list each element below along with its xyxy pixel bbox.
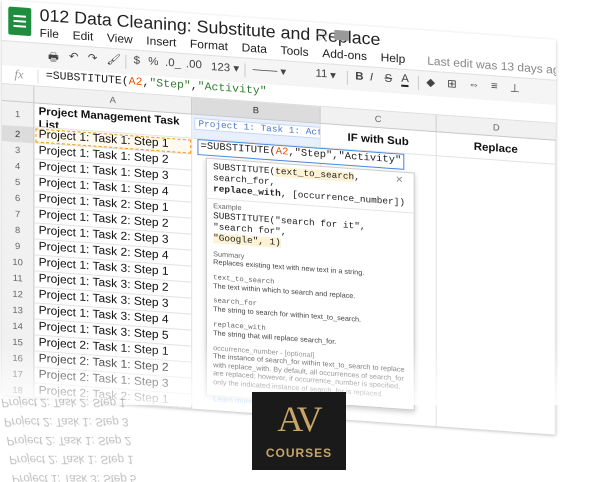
- fx-icon: fx: [14, 66, 24, 82]
- menu-tools[interactable]: Tools: [281, 45, 309, 59]
- stage: 012 Data Cleaning: Substitute and Replac…: [0, 0, 600, 482]
- column-d-body[interactable]: [436, 156, 556, 435]
- menu-addons[interactable]: Add-ons: [322, 48, 367, 63]
- reflection-row: Project 2: Task 1: Step 1: [8, 453, 135, 465]
- undo-icon[interactable]: ↶: [69, 50, 79, 64]
- redo-icon[interactable]: ↷: [88, 51, 98, 65]
- text-color-button[interactable]: A: [401, 73, 409, 88]
- reflection-row: Project 2: Task 1: Step 2: [5, 434, 132, 446]
- logo-monogram: AV: [277, 399, 322, 439]
- chevron-down-icon[interactable]: ▾: [330, 69, 336, 82]
- menu-data[interactable]: Data: [242, 42, 267, 56]
- av-courses-logo: AV COURSES: [252, 392, 346, 470]
- percent-button[interactable]: %: [148, 56, 158, 69]
- horizontal-align-icon[interactable]: ≡: [491, 80, 498, 92]
- close-icon[interactable]: ✕: [395, 174, 403, 185]
- reflection-row: Project 2: Task 2: Step 1: [0, 396, 127, 408]
- menu-file[interactable]: File: [40, 28, 59, 41]
- folder-icon[interactable]: [334, 29, 349, 41]
- fill-color-icon[interactable]: ◆: [426, 75, 435, 89]
- number-format-button[interactable]: 123 ▾: [211, 60, 239, 75]
- sheets-logo-icon[interactable]: [8, 6, 32, 37]
- increase-decimal-button[interactable]: .00: [186, 58, 202, 71]
- spreadsheet-window: 012 Data Cleaning: Substitute and Replac…: [2, 0, 556, 435]
- reflection-row: Project 2: Task 1: Step 3: [2, 415, 130, 427]
- italic-button[interactable]: I: [370, 71, 373, 83]
- row-header-1[interactable]: 1: [2, 101, 35, 129]
- print-icon[interactable]: 🖶: [48, 48, 59, 68]
- function-signature: SUBSTITUTE(text_to_search, search_for, re…: [213, 162, 405, 208]
- function-help-popup: ✕ SUBSTITUTE(text_to_search, search_for,…: [205, 157, 415, 411]
- star-icon[interactable]: ☆: [316, 27, 330, 46]
- paint-format-icon[interactable]: 🖌: [107, 53, 122, 67]
- menu-insert[interactable]: Insert: [146, 35, 176, 49]
- vertical-align-icon[interactable]: ⊥: [510, 81, 520, 95]
- reflection-rows: Project 1: Task 3: Step 5 Project 2: Tas…: [0, 395, 137, 482]
- currency-button[interactable]: $: [134, 54, 140, 66]
- font-dropdown[interactable]: ─── ▾: [253, 63, 286, 78]
- logo-wordmark: COURSES: [265, 446, 333, 460]
- bold-button[interactable]: B: [355, 70, 363, 83]
- font-size-dropdown[interactable]: 11: [316, 68, 328, 81]
- decrease-decimal-button[interactable]: .0_: [165, 57, 181, 70]
- strikethrough-button[interactable]: S: [384, 72, 392, 85]
- merge-cells-icon[interactable]: ⇔: [468, 78, 479, 91]
- borders-icon[interactable]: ⊞: [447, 77, 457, 91]
- reflection-row: Project 1: Task 3: Step 5: [10, 472, 138, 482]
- menu-help[interactable]: Help: [381, 52, 406, 66]
- menu-view[interactable]: View: [107, 33, 133, 47]
- menu-edit[interactable]: Edit: [73, 30, 94, 43]
- menu-format[interactable]: Format: [190, 38, 228, 53]
